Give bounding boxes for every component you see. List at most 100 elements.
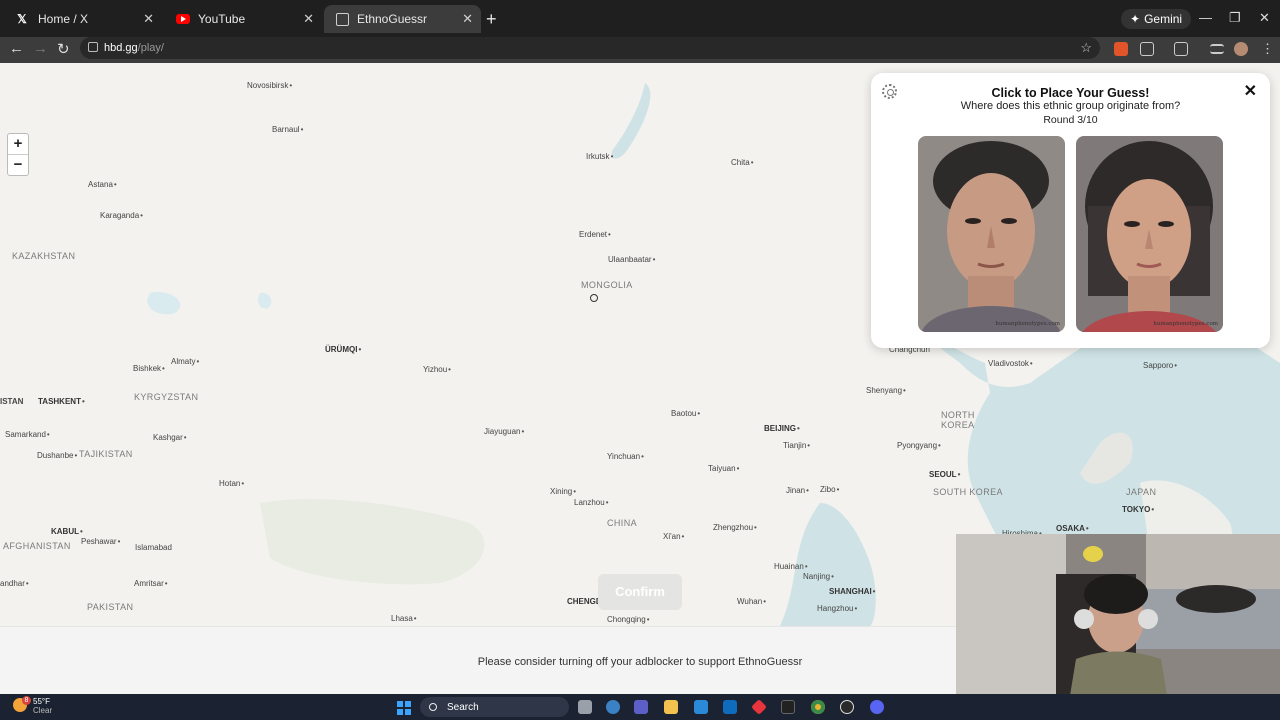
map-label: TAJIKISTAN [79,449,133,459]
watermark: humanphenotypes.com [1153,321,1218,327]
taskbar: 8 55°F Clear Search [0,694,1280,720]
tab-youtube[interactable]: YouTube ✕ [164,5,322,33]
site-info-icon[interactable] [88,42,98,52]
new-tab-icon[interactable]: + [486,9,497,30]
reload-icon[interactable]: ↻ [57,40,70,58]
cast-icon[interactable] [1174,42,1188,56]
panel-subtitle: Where does this ethnic group originate f… [960,100,1181,112]
weather-widget[interactable]: 55°F Clear [33,697,52,715]
windows-start-icon[interactable] [397,701,411,715]
weather-badge: 8 [22,696,31,705]
nzxt-icon[interactable] [781,700,795,714]
cursor-icon [590,294,598,302]
forward-icon[interactable]: → [33,40,48,57]
bookmark-star-icon[interactable]: ☆ [1080,40,1092,56]
tab-ethnoguessr[interactable]: EthnoGuessr ✕ [324,5,481,33]
map-label: KAZAKHSTAN [12,251,76,261]
map-label: Astana [88,180,117,189]
tab-label: EthnoGuessr [357,12,428,26]
map-label: Xi'an [663,532,684,541]
gemini-button[interactable]: ✦ Gemini [1121,9,1192,29]
adblock-banner: Please consider turning off your adblock… [0,626,960,694]
file-explorer-icon[interactable] [664,700,678,714]
temperature: 55°F [33,697,50,706]
extensions-puzzle-icon[interactable] [1140,42,1154,56]
tab-label: YouTube [198,12,246,26]
obs-icon[interactable] [840,700,854,714]
close-tab-icon[interactable]: ✕ [303,11,314,27]
map-label: Novosibirsk [247,81,292,90]
outlook-icon[interactable] [723,700,737,714]
store-icon[interactable] [694,700,708,714]
app-diamond-icon[interactable] [751,699,767,715]
address-toolbar: ← → ↻ hbd.gg/play/ ☆ ⋮ [0,37,1280,63]
window-close-icon[interactable]: ✕ [1259,10,1270,26]
map-label: Shenyang [866,386,906,395]
webcam-overlay [956,534,1280,720]
map-label: Pyongyang [897,441,941,450]
map-label: OSAKA [1056,524,1089,533]
map-label: JAPAN [1126,487,1157,497]
map-label: Zhengzhou [713,523,757,532]
map-label: Dushanbe [37,451,77,460]
map-label: KYRGYZSTAN [134,392,199,402]
taskbar-search[interactable]: Search [420,697,569,717]
close-icon[interactable]: ✕ [1244,81,1257,101]
map-label: Sapporo [1143,361,1177,370]
zoom-out-button[interactable]: − [8,155,28,176]
map-label: MONGOLIA [581,280,633,290]
chrome-icon[interactable] [811,700,825,714]
map-label: Ulaanbaatar [608,255,655,264]
url-path: /play/ [137,42,164,54]
map-label: Vladivostok [988,359,1033,368]
map-label: NORTH KOREA [941,410,975,430]
map-label: Barnaul [272,125,303,134]
map-label: Bishkek [133,364,165,373]
media-controls-icon[interactable] [1210,44,1224,54]
watermark: humanphenotypes.com [995,321,1060,327]
map-label: Jinan [786,486,809,495]
map-label: Tianjin [783,441,810,450]
map-label: TASHKENT [38,397,85,406]
zoom-in-button[interactable]: + [8,134,28,155]
url-bar[interactable]: hbd.gg/play/ ☆ [80,37,1100,59]
map-label: Chita [731,158,754,167]
minimize-icon[interactable]: — [1199,10,1212,25]
map-label: CHINA [607,518,638,528]
menu-kebab-icon[interactable]: ⋮ [1261,41,1274,57]
map-label: Taiyuan [708,464,739,473]
url-host: hbd.gg [104,42,138,54]
zoom-control: + − [7,133,29,176]
confirm-button[interactable]: Confirm [598,574,682,610]
profile-avatar[interactable] [1234,42,1248,56]
copilot-icon[interactable] [606,700,620,714]
x-icon: 𝕏 [17,12,27,26]
map-label: ÜRÜMQI [325,345,361,354]
map-label: KABUL [51,527,83,536]
teams-icon[interactable] [634,700,648,714]
guess-panel: Click to Place Your Guess! Where does th… [871,73,1270,348]
close-tab-icon[interactable]: ✕ [462,11,473,27]
map-label: Kashgar [153,433,187,442]
restore-icon[interactable]: ❐ [1229,10,1241,26]
task-view-icon[interactable] [578,700,592,714]
map-label: Lanzhou [574,498,609,507]
map-label: Xining [550,487,576,496]
extension-icon[interactable] [1114,42,1128,56]
weather-condition: Clear [33,706,53,715]
map-label: Huainan [774,562,808,571]
back-icon[interactable]: ← [9,40,24,57]
map-label: Peshawar [81,537,120,546]
map-label: Hotan [219,479,244,488]
tab-label: Home / X [38,12,89,26]
url-text: hbd.gg/play/ [104,42,164,54]
map-label: BEIJING [764,424,800,433]
discord-icon[interactable] [870,700,884,714]
tab-x[interactable]: 𝕏 Home / X ✕ [2,5,162,33]
round-counter: Round 3/10 [1043,114,1098,126]
map-label: TOKYO [1122,505,1154,514]
close-tab-icon[interactable]: ✕ [143,11,154,27]
map-label: Karaganda [100,211,143,220]
map-label: Hangzhou [817,604,857,613]
map-label: SHANGHAI [829,587,875,596]
